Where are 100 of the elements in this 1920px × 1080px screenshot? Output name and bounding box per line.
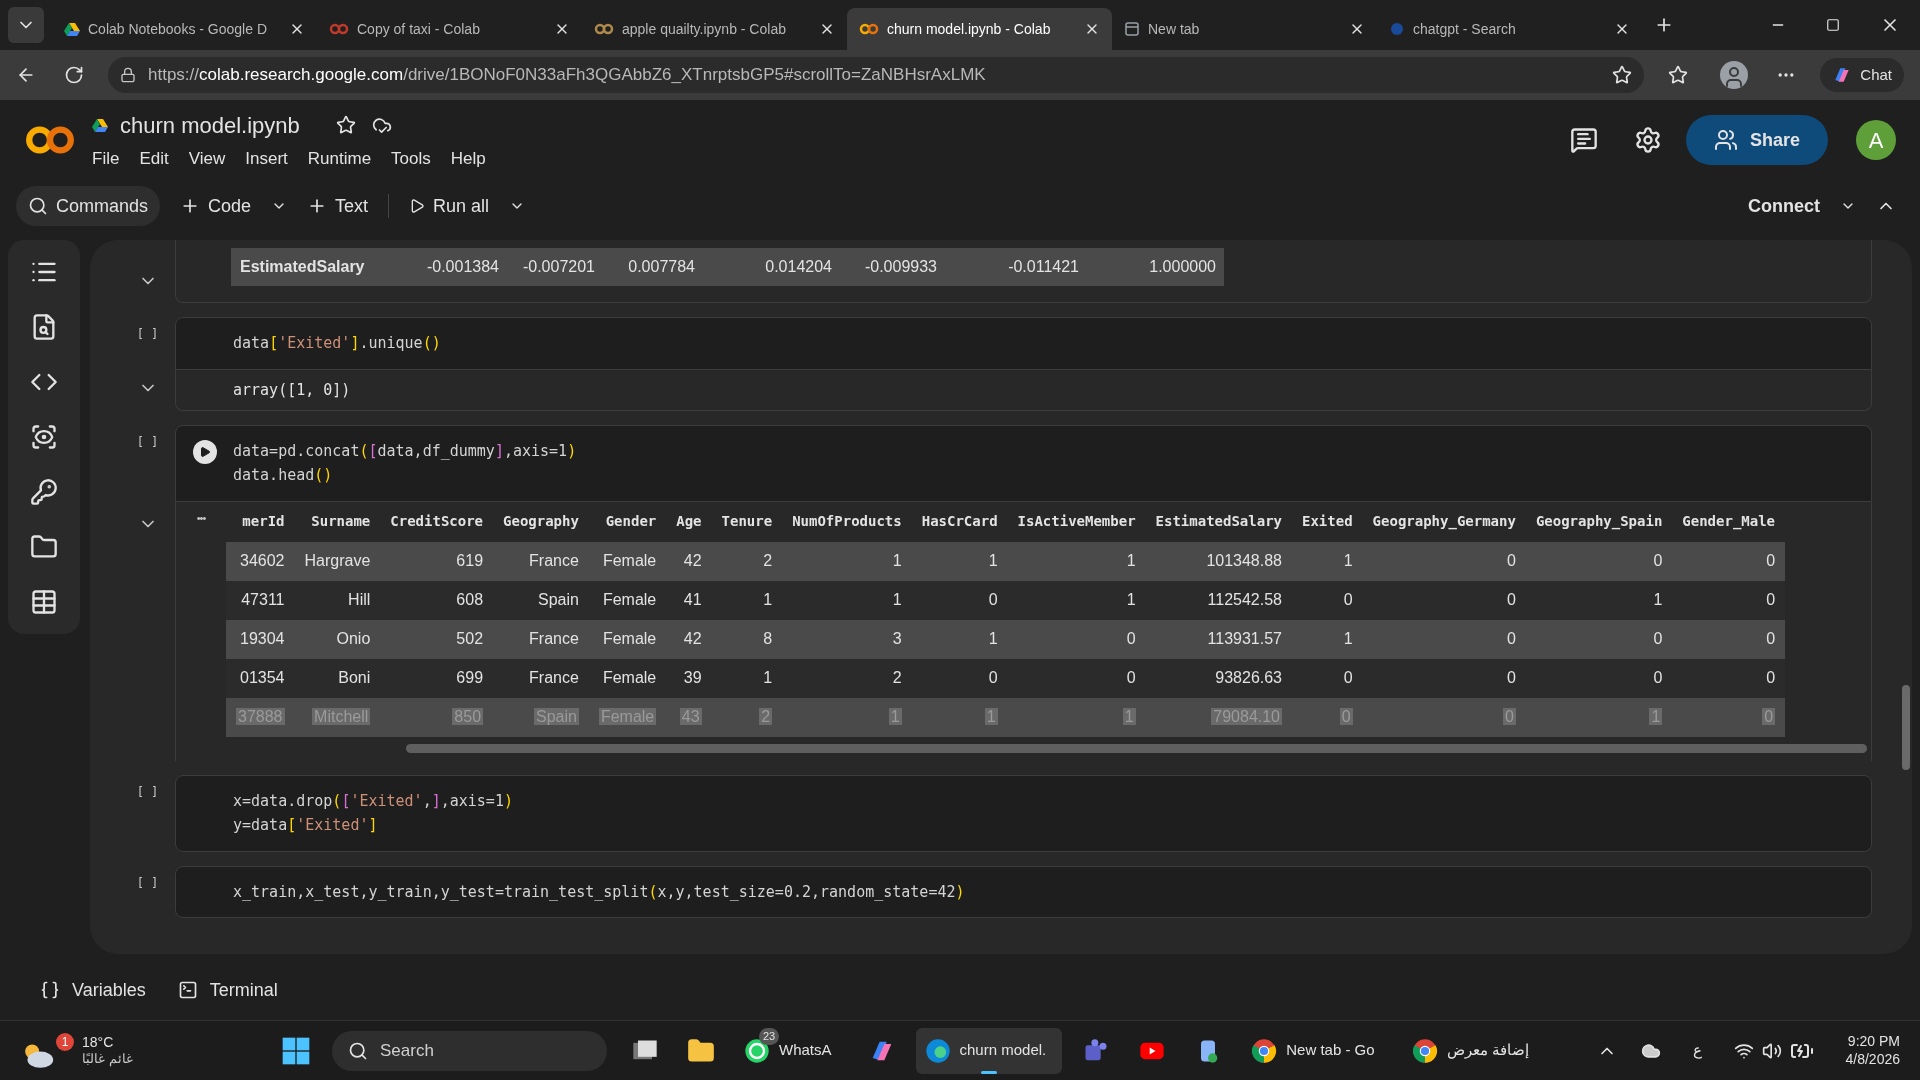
table-cell: 42 <box>666 541 712 581</box>
app-label: New tab - Go <box>1286 1040 1376 1061</box>
code-cell[interactable]: x_train,x_test,y_train,y_test=train_test_split(x,y,test_size=0.2,random_state=42) <box>175 865 1872 918</box>
menu-item[interactable]: Help <box>450 145 486 172</box>
commands-button[interactable]: Commands <box>16 186 161 226</box>
page-icon <box>1124 21 1140 37</box>
column-header: Exited <box>1292 501 1363 542</box>
tab-title: churn model.ipynb - Colab <box>887 19 1052 39</box>
keyboard-language[interactable]: ع <box>1692 1039 1702 1062</box>
table-cell: Spain <box>493 580 589 620</box>
table-cell: 0 <box>1672 658 1786 698</box>
code-cell[interactable]: x=data.drop(['Exited',],axis=1) y=data['Exited'] <box>175 774 1872 852</box>
table-cell: Hill <box>294 580 381 620</box>
taskbar-app[interactable]: churn model. <box>915 1027 1063 1074</box>
browser-tab[interactable]: Colab Notebooks - Google D <box>52 8 317 50</box>
colab-icon <box>859 23 879 35</box>
output-text: array([1, 0]) <box>233 380 351 399</box>
search-icon <box>28 196 48 216</box>
tab-title: Colab Notebooks - Google D <box>88 19 268 39</box>
table-cell-text: 0.007784 <box>627 257 696 277</box>
browser-tab[interactable]: churn model.ipynb - Colab <box>847 8 1112 50</box>
table-cell: Hargrave <box>294 541 381 581</box>
table-cell: 8 <box>711 619 783 659</box>
table-cell: Female <box>588 619 667 659</box>
table-cell: 39 <box>666 658 712 698</box>
row-label: EstimatedSalary <box>239 257 366 277</box>
menu-item[interactable]: Tools <box>391 145 431 172</box>
table-cell: 0 <box>1362 541 1526 581</box>
code-line: data=pd.concat([data,df_dummy],axis=1) <box>233 440 577 462</box>
table-cell: 0 <box>1672 619 1786 659</box>
taskbar-app[interactable]: إضافة معرض <box>1402 1027 1545 1074</box>
profile-avatar[interactable] <box>1720 61 1749 89</box>
menu-item[interactable]: File <box>92 145 120 172</box>
table-cell-text: -0.011421 <box>1007 257 1080 277</box>
code-line: data.head() <box>233 465 333 486</box>
table-cell: 0 <box>1525 619 1673 659</box>
people-icon <box>1713 128 1738 152</box>
reload-icon[interactable] <box>64 65 84 85</box>
taskbar-app[interactable]: New tab - Go <box>1242 1027 1391 1074</box>
table-cell: 1 <box>782 541 912 581</box>
browser-tab[interactable]: apple quailty.ipynb - Colab <box>582 8 847 50</box>
vertical-scrollbar[interactable] <box>1902 685 1910 770</box>
eye-icon[interactable] <box>30 423 58 451</box>
table-icon[interactable] <box>30 588 58 616</box>
column-header: Gender_Male <box>1672 501 1786 542</box>
table-cell: 1 <box>911 541 1008 581</box>
table-cell: 1 <box>782 580 912 620</box>
table-cell: France <box>493 619 589 659</box>
table-cell: 0 <box>1292 658 1363 698</box>
terminal-icon <box>177 980 198 1000</box>
clock-date[interactable]: 4/8/2026 <box>1845 1050 1900 1068</box>
menu-item[interactable]: Runtime <box>307 145 372 172</box>
notebook-title[interactable]: churn model.ipynb <box>120 108 300 142</box>
favorites-icon[interactable] <box>1668 65 1689 85</box>
code-cell[interactable]: data['Exited'].unique() <box>175 317 1872 370</box>
table-cell: 1 <box>911 619 1008 659</box>
notification-badge: 1 <box>56 1032 74 1051</box>
settings-icon[interactable] <box>1633 126 1662 154</box>
connect-button[interactable]: Connect <box>1748 192 1820 220</box>
chat-button[interactable]: Chat <box>1820 58 1904 92</box>
column-header: CreditScore <box>380 501 494 542</box>
horizontal-scrollbar[interactable] <box>406 744 1867 753</box>
star-icon[interactable] <box>335 115 356 136</box>
run-all-button[interactable]: Run all <box>409 192 490 220</box>
clock-time[interactable]: 9:20 PM <box>1847 1033 1900 1051</box>
table-cell: France <box>493 541 589 581</box>
favorite-star-icon[interactable] <box>1612 65 1633 85</box>
menu-item[interactable]: Edit <box>139 145 169 172</box>
table-cell: Female <box>588 658 667 698</box>
folder-icon[interactable] <box>30 533 58 561</box>
address-bar[interactable]: https://colab.research.google.com/drive/1BONoF0N33aFh3QGAbbZ6_XTnrptsbGP5#scrollTo=ZaNBHsrAxLMK <box>108 57 1645 93</box>
run-cell-button[interactable] <box>192 439 217 464</box>
cloud-check-icon[interactable] <box>371 115 392 136</box>
maximize-icon[interactable] <box>1826 18 1840 32</box>
menu-item[interactable]: Insert <box>245 145 288 172</box>
taskbar-search-field[interactable]: Search <box>332 1030 607 1071</box>
table-cell: 0 <box>1672 541 1786 581</box>
table-cell: 2 <box>782 658 912 698</box>
variables-button[interactable]: Variables <box>40 976 146 1004</box>
add-code-button[interactable]: Code <box>180 192 252 220</box>
code-cell[interactable]: data=pd.concat([data,df_dummy],axis=1) data.head() <box>175 424 1872 502</box>
table-cell-text: -0.001384 <box>425 257 500 277</box>
table-cell: 47311 <box>226 580 295 620</box>
browser-tab[interactable]: chatgpt - Search <box>1377 8 1642 50</box>
terminal-button[interactable]: Terminal <box>177 976 278 1004</box>
table-cell: 93826.63 <box>1145 658 1292 698</box>
column-header: Tenure <box>711 501 783 542</box>
execution-count: [ ] <box>136 874 159 892</box>
browser-tab[interactable]: Copy of taxi - Colab <box>317 8 582 50</box>
add-text-button[interactable]: Text <box>307 192 369 220</box>
taskbar-app[interactable]: 23 WhatsA <box>735 1027 848 1074</box>
table-cell: 0 <box>1362 658 1526 698</box>
key-icon[interactable] <box>30 478 58 506</box>
menu-item[interactable]: View <box>188 145 226 172</box>
lock-icon[interactable] <box>120 67 136 83</box>
share-button[interactable]: Share <box>1685 115 1828 165</box>
more-options-dots[interactable]: ••• <box>196 509 206 761</box>
browser-tab[interactable]: New tab <box>1112 8 1377 50</box>
volume-icon[interactable] <box>1761 1040 1782 1061</box>
comments-icon[interactable] <box>1569 126 1598 154</box>
